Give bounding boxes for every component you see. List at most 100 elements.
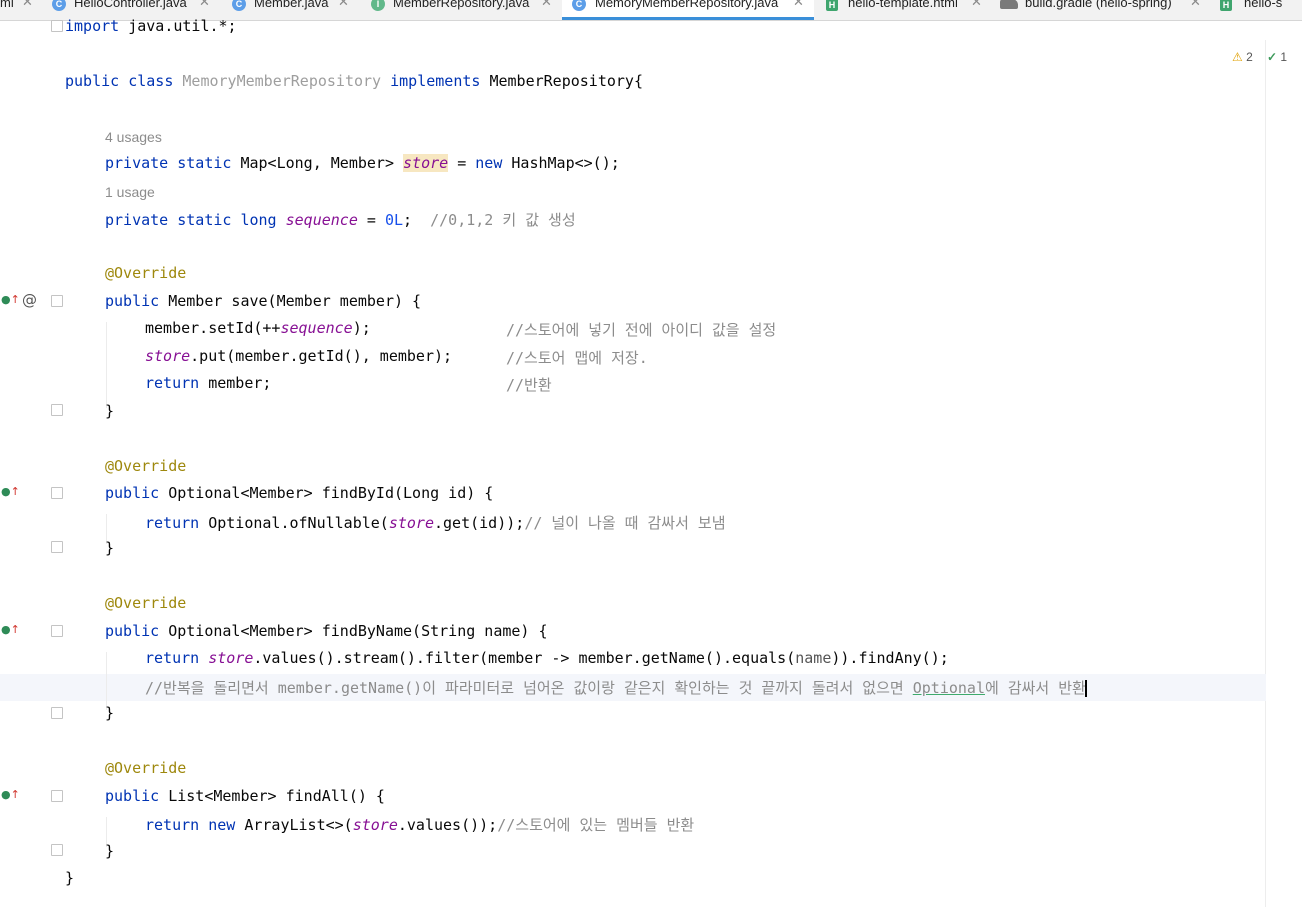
field-store: store: [208, 649, 254, 667]
code-line-close-brace: }: [105, 402, 115, 420]
code-text: );: [352, 319, 371, 337]
code-text: .values().stream().filter(member -> memb…: [253, 649, 796, 667]
code-line-findbyname-2: //반복을 돌리면서 member.getName()이 파라미터로 넘어온 값…: [145, 677, 1087, 697]
fold-marker[interactable]: [51, 295, 63, 307]
code-line-save-1: member.setId(++sequence); //스토어에 넣기 전에 아이…: [145, 319, 776, 339]
warning-count: 2: [1246, 50, 1253, 64]
implements-method-icon[interactable]: ●↑: [1, 485, 20, 498]
code-line-import: import java.util.*;: [65, 17, 237, 37]
html-file-icon: H: [826, 0, 838, 11]
tab-member-repository[interactable]: I MemberRepository.java ✕: [371, 0, 557, 20]
comment: // 널이 나올 때 감싸서 보냄: [524, 514, 726, 532]
class-icon: C: [52, 0, 66, 11]
close-icon[interactable]: ✕: [338, 0, 349, 8]
warning-icon: ⚠: [1232, 50, 1243, 64]
class-name: MemoryMemberRepository: [182, 72, 382, 90]
tab-memory-member-repository[interactable]: C MemoryMemberRepository.java ✕: [562, 0, 814, 20]
tab-label: MemoryMemberRepository.java: [595, 0, 779, 10]
inspection-warnings[interactable]: ⚠ 2: [1232, 50, 1253, 64]
code-text: Optional<Member> findByName(String name)…: [159, 622, 548, 640]
code-line-save-2: store.put(member.getId(), member); //스토어 …: [145, 347, 648, 367]
tab-xml[interactable]: ml ✕: [0, 0, 40, 20]
field-store: store: [388, 514, 434, 532]
comment: //스토어에 넣기 전에 아이디 값을 설정: [506, 321, 777, 339]
keyword: implements: [390, 72, 481, 90]
code-line-findbyid-sig: public Optional<Member> findById(Long id…: [105, 484, 493, 504]
code-editor[interactable]: ⚠ 2 ✓ 1 ●↑ @ ●↑ ●↑ ●↑ import java.util.*…: [0, 17, 1302, 907]
implements-method-icon[interactable]: ●↑: [1, 623, 20, 636]
override-at-icon[interactable]: @: [22, 291, 37, 309]
code-line-close-brace: }: [105, 704, 115, 722]
number-literal: 0L: [384, 211, 404, 229]
keyword: import: [65, 17, 120, 35]
tab-label: MemberRepository.java: [393, 0, 530, 10]
parameter: name: [795, 649, 832, 667]
close-icon[interactable]: ✕: [541, 0, 552, 8]
fold-marker[interactable]: [51, 487, 63, 499]
tab-label: ml: [0, 0, 14, 10]
keyword: public: [105, 292, 160, 310]
fold-marker[interactable]: [51, 790, 63, 802]
implements-method-icon[interactable]: ●↑: [1, 788, 20, 801]
keyword: private static long: [105, 211, 277, 229]
keyword: new: [475, 154, 503, 172]
implements-method-icon[interactable]: ●↑: [1, 293, 20, 306]
code-text: .put(member.getId(), member);: [190, 347, 453, 365]
code-line-findbyname-sig: public Optional<Member> findByName(Strin…: [105, 622, 548, 642]
keyword: new: [208, 816, 236, 834]
fold-marker[interactable]: [51, 844, 63, 856]
tab-label: HelloController.java: [74, 0, 187, 10]
keyword: public: [65, 72, 120, 90]
scrollbar-track[interactable]: [1265, 40, 1266, 907]
keyword: class: [128, 72, 174, 90]
inspection-ok[interactable]: ✓ 1: [1267, 50, 1287, 64]
fold-marker[interactable]: [51, 404, 63, 416]
code-line-class-decl: public class MemoryMemberRepository impl…: [65, 72, 643, 92]
code-line-close-brace: }: [105, 539, 115, 557]
code-text: member;: [199, 374, 272, 392]
field-store: store: [403, 154, 449, 172]
gradle-icon: [1000, 0, 1018, 9]
usages-hint[interactable]: 4 usages: [105, 129, 162, 145]
code-text: Optional.ofNullable(: [199, 514, 389, 532]
code-line-save-sig: public Member save(Member member) {: [105, 292, 421, 312]
text-caret: [1084, 680, 1087, 697]
usages-hint[interactable]: 1 usage: [105, 184, 155, 200]
keyword: return: [145, 514, 200, 532]
code-text: =: [448, 154, 476, 172]
annotation-override: @Override: [105, 457, 187, 475]
annotation-override: @Override: [105, 759, 187, 777]
fold-marker[interactable]: [51, 20, 63, 32]
code-line-findall-sig: public List<Member> findAll() {: [105, 787, 385, 807]
tab-build-gradle[interactable]: build.gradle (hello-spring) ✕: [1000, 0, 1210, 20]
code-text: ArrayList<>(: [235, 816, 353, 834]
close-icon[interactable]: ✕: [22, 0, 33, 8]
indent-guide: [106, 652, 107, 710]
tab-hello-template[interactable]: H hello-template.html ✕: [826, 0, 991, 20]
code-text: )).findAny();: [831, 649, 949, 667]
close-icon[interactable]: ✕: [1190, 0, 1201, 8]
fold-marker[interactable]: [51, 625, 63, 637]
keyword: return: [145, 816, 200, 834]
code-text: Optional<Member> findById(Long id) {: [159, 484, 494, 502]
comment: //반환: [506, 376, 552, 394]
annotation-override: @Override: [105, 264, 187, 282]
tab-label: build.gradle (hello-spring): [1025, 0, 1172, 10]
code-line-store-decl: private static Map<Long, Member> store =…: [105, 154, 620, 174]
fold-marker[interactable]: [51, 541, 63, 553]
code-text: HashMap<>();: [502, 154, 620, 172]
comment: 에 감싸서 반환: [984, 679, 1086, 697]
close-icon[interactable]: ✕: [971, 0, 982, 8]
keyword: public: [105, 787, 160, 805]
close-icon[interactable]: ✕: [199, 0, 210, 8]
tab-label: hello-template.html: [848, 0, 958, 10]
code-line-close-brace: }: [105, 842, 115, 860]
code-line-save-3: return member; //반환: [145, 374, 552, 394]
keyword: return: [145, 649, 200, 667]
close-icon[interactable]: ✕: [793, 0, 804, 8]
comment: //스토어에 있는 멤버들 반환: [497, 816, 695, 834]
code-text: member.setId(++: [145, 319, 281, 337]
tab-member[interactable]: C Member.java ✕: [232, 0, 362, 20]
tab-hello-s[interactable]: H hello-s: [1220, 0, 1302, 20]
fold-marker[interactable]: [51, 707, 63, 719]
